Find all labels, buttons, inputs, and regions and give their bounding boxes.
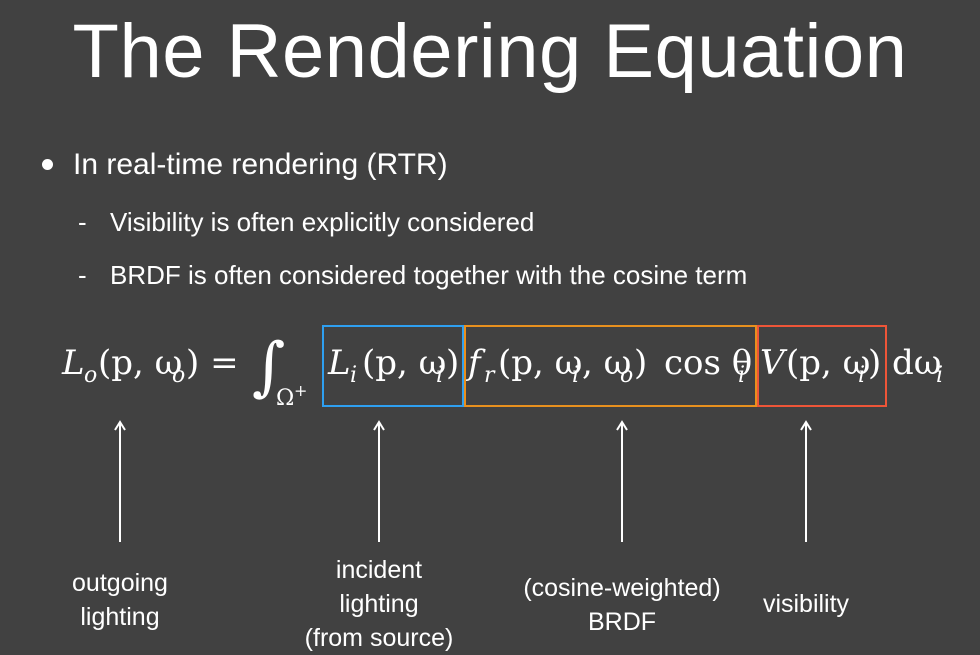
label-line: (cosine-weighted) <box>523 574 721 602</box>
sub-bullet-dash: - <box>78 260 87 290</box>
eq-lhs-args-sub: o <box>172 363 185 388</box>
sub-bullet-dash: - <box>78 207 87 237</box>
eq-dw: dω <box>892 343 942 383</box>
eq-lhs-args: (p, ω <box>98 343 182 383</box>
label-line: lighting <box>80 603 160 631</box>
sub-bullet-brdf: - BRDF is often considered together with … <box>78 260 747 291</box>
eq-domain: Ω <box>276 386 294 411</box>
label-incident-lighting: incident lighting (from source) <box>289 553 469 655</box>
brdf-box <box>464 325 757 407</box>
arrow-up-icon <box>616 420 628 542</box>
label-line: (from source) <box>304 624 454 652</box>
eq-domain-sup: + <box>294 381 307 400</box>
bullet-text: In real-time rendering (RTR) <box>73 148 448 181</box>
visibility-box <box>757 325 887 407</box>
label-line: incident <box>335 556 423 584</box>
eq-dw-sub: i <box>936 363 943 388</box>
label-outgoing-lighting: outgoing lighting <box>40 566 200 634</box>
slide: The Rendering Equation In real-time rend… <box>0 0 980 652</box>
sub-bullet-visibility: - Visibility is often explicitly consider… <box>78 207 534 238</box>
label-line: lighting <box>339 590 419 618</box>
slide-title: The Rendering Equation <box>72 9 908 94</box>
eq-lhs-symbol: L <box>61 343 85 383</box>
bullet-dot-icon <box>42 158 53 170</box>
label-cosine-weighted-brdf: (cosine-weighted) BRDF <box>497 571 747 639</box>
label-visibility: visibility <box>736 587 876 621</box>
sub-bullet-text: Visibility is often explicitly considere… <box>110 207 535 237</box>
incident-lighting-box <box>322 325 464 407</box>
label-line: BRDF <box>587 608 657 636</box>
arrow-up-icon <box>114 420 126 542</box>
arrow-up-icon <box>800 420 812 542</box>
eq-lhs-close: ) = <box>186 343 239 383</box>
arrow-up-icon <box>373 420 385 542</box>
bullet-item: In real-time rendering (RTR) <box>42 148 448 182</box>
eq-lhs-sub: o <box>84 363 97 388</box>
sub-bullet-text: BRDF is often considered together with t… <box>110 260 748 290</box>
label-line: outgoing <box>72 569 168 597</box>
label-line: visibility <box>762 590 850 618</box>
